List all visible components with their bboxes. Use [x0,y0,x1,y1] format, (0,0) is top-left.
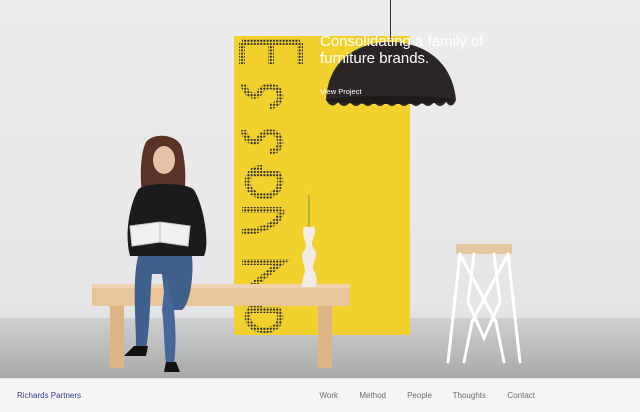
nav-link-method[interactable]: Method [359,391,386,400]
nav-link-thoughts[interactable]: Thoughts [453,391,486,400]
hero-headline: Consolidating a family of furniture bran… [320,33,484,67]
seated-woman [124,135,207,372]
flower-vase [302,187,317,287]
hero-image: Consolidating a family of furniture bran… [0,0,640,378]
nav-link-people[interactable]: People [407,391,432,400]
nav-link-work[interactable]: Work [319,391,338,400]
view-project-link[interactable]: View Project [320,87,362,96]
wire-stool [446,244,522,364]
nav-link-contact[interactable]: Contact [507,391,535,400]
site-navbar: Richards Partners Work Method People Tho… [0,378,640,412]
brand-logo[interactable]: Richards Partners [17,391,81,400]
